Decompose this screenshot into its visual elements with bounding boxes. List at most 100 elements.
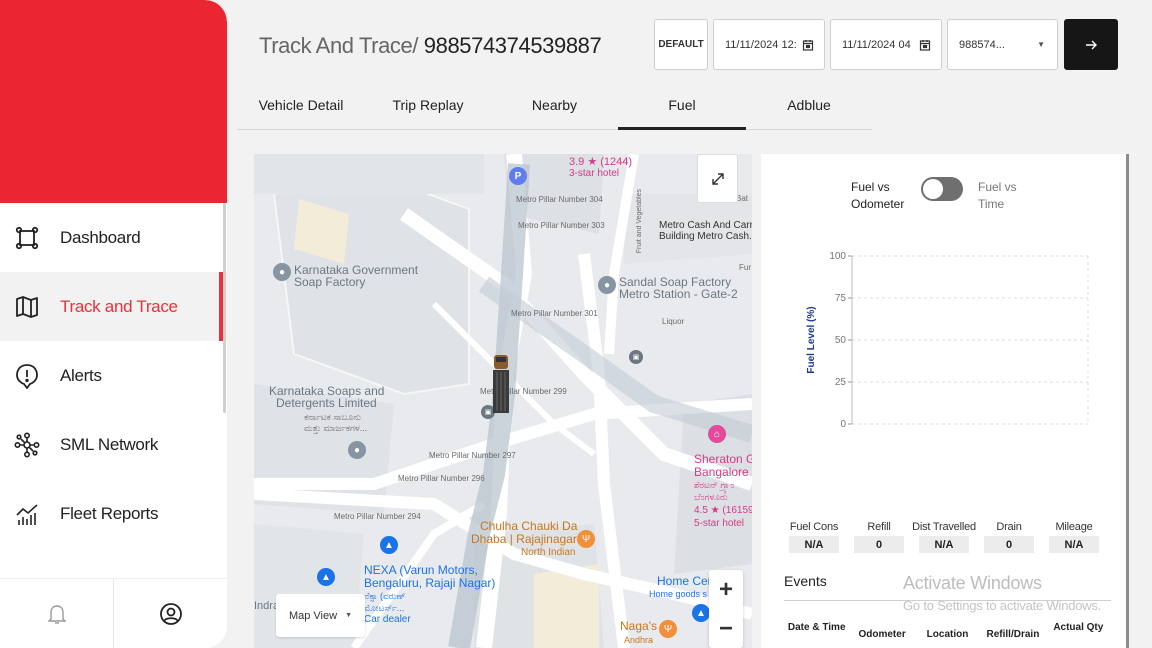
column-header[interactable]: Refill/Drain xyxy=(980,620,1045,642)
chevron-down-icon: ▼ xyxy=(1037,40,1045,49)
map-label: North Indian xyxy=(521,547,576,558)
tab-adblue[interactable]: Adblue xyxy=(746,90,872,130)
stat-mileage: Mileage N/A xyxy=(1044,521,1104,553)
activate-windows-watermark: Activate Windows xyxy=(903,573,1042,593)
map-label: Soap Factory xyxy=(294,275,366,289)
restaurant-pin-icon[interactable]: Ψ xyxy=(659,620,677,638)
page-title-prefix: Track And Trace/ xyxy=(259,33,419,58)
zoom-out-button[interactable]: − xyxy=(709,609,743,648)
fullscreen-button[interactable] xyxy=(697,154,738,203)
map-label: Home Cen xyxy=(657,574,715,588)
location-pin-icon[interactable]: ● xyxy=(273,263,291,281)
map-view-select[interactable]: Map View ▼ xyxy=(276,594,365,637)
toggle-label-odometer: Fuel vs Odometer xyxy=(851,179,911,213)
map-label: Building Metro Cash... xyxy=(659,231,752,242)
y-tick-label: 100 xyxy=(829,251,846,262)
tab-label: Adblue xyxy=(787,97,831,113)
map-label: Dhaba | Rajajinagar xyxy=(471,532,577,546)
sidebar-item-alerts[interactable]: Alerts xyxy=(0,341,227,410)
go-button[interactable] xyxy=(1064,19,1118,70)
toggle-label-time: Fuel vs Time xyxy=(978,179,1028,213)
stat-value: N/A xyxy=(1049,536,1099,553)
date-to-picker[interactable]: 11/11/2024 04 xyxy=(830,19,942,70)
stat-label: Mileage xyxy=(1055,521,1093,533)
tab-label: Fuel xyxy=(668,97,696,113)
y-axis-label: Fuel Level (%) xyxy=(806,306,817,373)
sidebar-footer xyxy=(0,578,227,648)
sidebar-item-fleet-reports[interactable]: Fleet Reports xyxy=(0,479,227,548)
shop-pin-icon[interactable]: ▲ xyxy=(380,536,398,554)
date-from-picker[interactable]: 11/11/2024 12: xyxy=(713,19,825,70)
truck-marker-icon[interactable] xyxy=(492,354,510,414)
restaurant-pin-icon[interactable]: Ψ xyxy=(577,530,595,548)
sidebar-item-label: SML Network xyxy=(60,434,159,454)
map-label: Metro Pillar Number 296 xyxy=(398,474,485,483)
calendar-icon xyxy=(919,39,931,51)
map-label: Sheraton G xyxy=(694,452,752,466)
chevron-down-icon: ▼ xyxy=(345,612,353,619)
map-label: Detergents Limited xyxy=(276,396,377,410)
events-table-header: Date & Time Odometer Location Refill/Dra… xyxy=(784,620,1111,642)
map-label: Liquor xyxy=(662,317,685,326)
vehicle-select[interactable]: 988574... ▼ xyxy=(947,19,1058,70)
shop-pin-icon[interactable]: ▲ xyxy=(317,568,335,586)
map-label: ಮೋಟರ್ಸ್... xyxy=(364,603,405,613)
sidebar-item-label: Track and Trace xyxy=(60,296,178,316)
map-label: 5-star hotel xyxy=(694,518,745,529)
tab-vehicle-detail[interactable]: Vehicle Detail xyxy=(237,90,365,130)
y-tick-label: 50 xyxy=(835,335,847,346)
profile-button[interactable] xyxy=(113,579,227,648)
y-tick-label: 75 xyxy=(835,293,847,304)
default-button-label: DEFAULT xyxy=(658,39,704,50)
map-label: Naga's xyxy=(620,619,657,633)
sidebar-item-label: Fleet Reports xyxy=(60,503,159,523)
app-root: Dashboard Track and Trace Alerts SML Net… xyxy=(0,0,1152,648)
notifications-button[interactable] xyxy=(0,579,113,648)
metro-station-icon[interactable]: ▣ xyxy=(629,350,643,364)
map-label: NEXA (Varun Motors, xyxy=(364,563,478,577)
expand-icon xyxy=(711,172,724,185)
date-from-value: 11/11/2024 12: xyxy=(725,38,797,51)
stat-label: Refill xyxy=(867,521,891,533)
brand-banner xyxy=(0,0,227,203)
dashboard-icon xyxy=(14,225,40,251)
y-tick-label: 0 xyxy=(840,419,846,430)
arrow-right-icon xyxy=(1086,40,1097,49)
default-button[interactable]: DEFAULT xyxy=(654,19,708,70)
sidebar-item-track-and-trace[interactable]: Track and Trace xyxy=(0,272,227,341)
y-tick-label: 25 xyxy=(835,377,847,388)
calendar-icon xyxy=(802,39,814,51)
column-header[interactable]: Actual Qty xyxy=(1046,620,1111,642)
map-view[interactable]: 3.9 ★ (1244) 3-star hotel P Metro Pillar… xyxy=(254,154,752,648)
map-label: Bangalore xyxy=(694,465,749,479)
map-label: 4.5 ★ (16159) xyxy=(694,505,752,516)
column-header[interactable]: Date & Time xyxy=(784,620,849,642)
location-pin-icon[interactable]: ● xyxy=(348,441,366,459)
map-label: ಬೆಂಗಳೂರು xyxy=(694,492,728,502)
map-label: 3.9 ★ (1244) xyxy=(569,156,633,168)
tab-bar: Vehicle Detail Trip Replay Nearby Fuel A… xyxy=(237,90,872,130)
map-label: Metro Pillar Number 304 xyxy=(516,195,603,204)
stat-value: 0 xyxy=(984,536,1034,553)
date-to-value: 11/11/2024 04 xyxy=(842,38,911,51)
sidebar-item-sml-network[interactable]: SML Network xyxy=(0,410,227,479)
stat-label: Drain xyxy=(996,521,1022,533)
panel-scrollbar[interactable] xyxy=(1126,154,1129,648)
tab-fuel[interactable]: Fuel xyxy=(618,90,746,130)
column-header[interactable]: Location xyxy=(915,620,980,642)
location-pin-icon[interactable]: ● xyxy=(598,276,616,294)
hotel-pin-icon[interactable]: ⌂ xyxy=(708,425,726,443)
sidebar-scrollbar[interactable] xyxy=(223,203,226,413)
tab-trip-replay[interactable]: Trip Replay xyxy=(365,90,491,130)
tab-nearby[interactable]: Nearby xyxy=(491,90,618,130)
vehicle-select-value: 988574... xyxy=(959,38,1005,51)
sidebar-item-dashboard[interactable]: Dashboard xyxy=(0,203,227,272)
zoom-control: + − xyxy=(709,570,743,648)
fuel-chart: Fuel Level (%) 100 75 50 25 0 xyxy=(806,251,1089,430)
user-profile-icon xyxy=(159,602,182,625)
zoom-in-button[interactable]: + xyxy=(709,570,743,609)
column-header[interactable]: Odometer xyxy=(849,620,914,642)
fuel-mode-toggle[interactable] xyxy=(921,177,963,201)
parking-pin-icon[interactable]: P xyxy=(509,167,527,185)
shop-pin-icon[interactable]: ▲ xyxy=(692,604,710,622)
